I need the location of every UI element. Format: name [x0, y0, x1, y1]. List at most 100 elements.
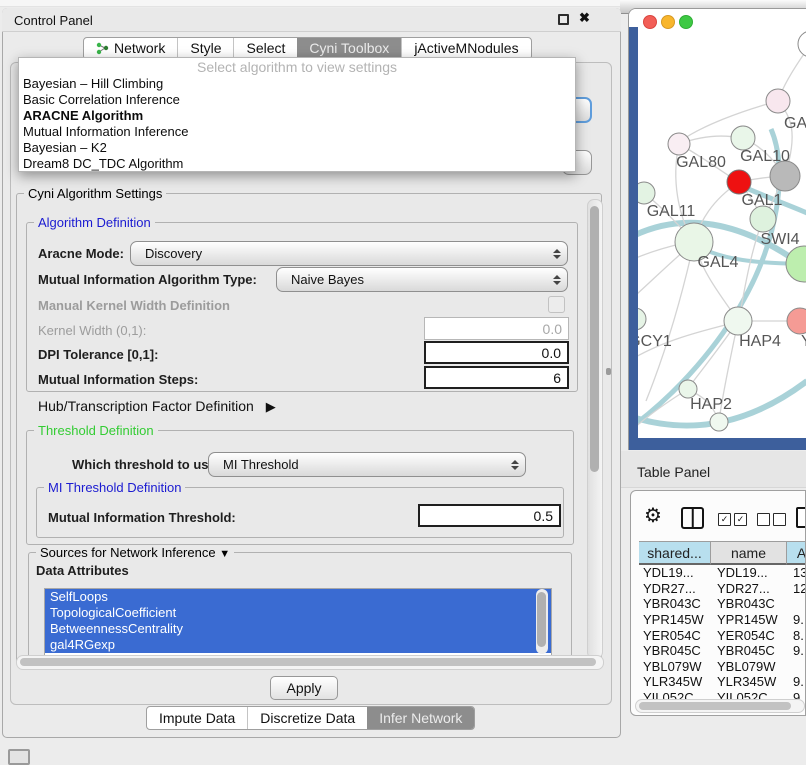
zoom-traffic-light-icon[interactable]: [680, 16, 693, 29]
column-header-third[interactable]: A: [787, 541, 806, 565]
network-node-label: HAP2: [690, 396, 732, 413]
table-row[interactable]: YPR145W YPR145W 9.: [639, 612, 806, 628]
settings-scrollbar-thumb[interactable]: [590, 206, 599, 472]
tab-network[interactable]: Network: [84, 38, 177, 59]
tab-network-label: Network: [114, 38, 165, 59]
collapsed-arrow-icon: ▶: [266, 399, 276, 414]
close-traffic-light-icon[interactable]: [644, 16, 657, 29]
kernel-width-field[interactable]: 0.0: [424, 317, 569, 340]
network-node[interactable]: [724, 307, 752, 335]
minimized-panel-icon[interactable]: [8, 749, 30, 765]
dropdown-option[interactable]: Basic Correlation Inference: [19, 92, 575, 108]
split-columns-icon[interactable]: [681, 507, 704, 529]
network-window[interactable]: GALGAL80GAL10GAL1GAL11SWI4GAL4GCY1HAP4YH…: [628, 8, 806, 450]
network-node[interactable]: [727, 170, 751, 194]
aracne-mode-select[interactable]: Discovery: [130, 241, 568, 266]
kernel-width-label: Kernel Width (0,1):: [38, 323, 146, 338]
table-hscrollbar[interactable]: [635, 699, 805, 713]
network-node[interactable]: [770, 161, 800, 191]
bottom-tabbar: Impute Data Discretize Data Infer Networ…: [146, 706, 475, 730]
dropdown-prompt: Select algorithm to view settings: [19, 58, 575, 76]
mi-threshold-title: MI Threshold Definition: [44, 480, 185, 495]
settings-hscrollbar[interactable]: [16, 655, 604, 670]
list-item[interactable]: SelfLoops: [45, 589, 551, 605]
network-node-label: GAL10: [740, 148, 790, 165]
network-canvas[interactable]: GALGAL80GAL10GAL1GAL11SWI4GAL4GCY1HAP4YH…: [629, 9, 806, 450]
gear-icon[interactable]: ⚙: [644, 506, 662, 526]
table-row[interactable]: YBR043C YBR043C: [639, 596, 806, 612]
table-row[interactable]: YBL079W YBL079W: [639, 659, 806, 675]
dropdown-option[interactable]: Bayesian – K2: [19, 140, 575, 156]
tab-cyni-toolbox[interactable]: Cyni Toolbox: [297, 38, 401, 59]
tab-select[interactable]: Select: [233, 38, 297, 59]
table-row[interactable]: YLR345W YLR345W 9.: [639, 674, 806, 690]
dropdown-option[interactable]: Dream8 DC_TDC Algorithm: [19, 156, 575, 172]
table-panel-title: Table Panel: [637, 464, 710, 480]
sources-title[interactable]: Sources for Network Inference ▼: [36, 545, 234, 560]
network-node[interactable]: [668, 133, 690, 155]
mi-type-select[interactable]: Naive Bayes: [276, 267, 568, 292]
control-panel-titlebar: [2, 8, 621, 32]
table-row[interactable]: YDL19... YDL19... 13: [639, 565, 806, 581]
hub-definition-toggle[interactable]: Hub/Transcription Factor Definition ▶: [38, 398, 276, 415]
window-frame-left: [629, 27, 638, 450]
network-node[interactable]: [766, 89, 790, 113]
table-row[interactable]: YIL052C YIL052C 9: [639, 690, 806, 699]
list-item[interactable]: TopologicalCoefficient: [45, 605, 551, 621]
algorithm-dropdown: Select algorithm to view settings Bayesi…: [18, 57, 576, 172]
network-node-label: HAP4: [739, 333, 781, 350]
dpi-tolerance-field[interactable]: 0.0: [424, 341, 569, 364]
table-row[interactable]: YER054C YER054C 8.: [639, 627, 806, 643]
attr-list-scrollbar[interactable]: [536, 589, 548, 654]
tab-style[interactable]: Style: [177, 38, 233, 59]
combo-stepper-icon: [547, 275, 567, 285]
select-all-checkboxes-icon[interactable]: ✓✓: [718, 513, 747, 526]
data-attributes-list[interactable]: SelfLoops TopologicalCoefficient Between…: [44, 588, 552, 657]
column-header-shared-name[interactable]: shared...: [639, 541, 711, 565]
which-threshold-label: Which threshold to use:: [72, 457, 220, 472]
mi-threshold-field[interactable]: 0.5: [418, 504, 561, 527]
new-table-icon[interactable]: [796, 507, 806, 528]
table-panel: ⚙ ✓✓ shared... name A YDL19... YDL19... …: [630, 490, 806, 716]
dropdown-option[interactable]: ARACNE Algorithm: [19, 108, 575, 124]
network-node[interactable]: [731, 126, 755, 150]
deselect-all-checkboxes-icon[interactable]: [757, 513, 786, 526]
network-node[interactable]: [750, 206, 776, 232]
mi-steps-field[interactable]: 6: [424, 366, 569, 389]
table-row[interactable]: YDR27... YDR27... 12: [639, 581, 806, 597]
manual-kernel-label: Manual Kernel Width Definition: [38, 298, 230, 313]
tab-impute-data[interactable]: Impute Data: [147, 707, 247, 729]
network-icon: [96, 42, 109, 55]
close-icon[interactable]: ✖: [579, 10, 590, 26]
minimize-traffic-light-icon[interactable]: [662, 16, 675, 29]
tab-discretize-data[interactable]: Discretize Data: [247, 707, 367, 729]
dropdown-option[interactable]: Mutual Information Inference: [19, 124, 575, 140]
splitpane-handle[interactable]: [606, 368, 611, 375]
attr-list-scrollbar-thumb[interactable]: [537, 592, 546, 647]
apply-button[interactable]: Apply: [270, 676, 338, 700]
dropdown-option[interactable]: Bayesian – Hill Climbing: [19, 76, 575, 92]
network-node-label: Y: [801, 333, 806, 350]
which-threshold-select[interactable]: MI Threshold: [208, 452, 526, 477]
network-node-label: SWI4: [760, 231, 799, 248]
list-item[interactable]: BetweennessCentrality: [45, 621, 551, 637]
mi-threshold-label: Mutual Information Threshold:: [48, 510, 236, 525]
table-hscrollbar-thumb[interactable]: [639, 702, 791, 710]
settings-hscrollbar-thumb[interactable]: [20, 658, 596, 666]
network-node-label: GAL: [784, 115, 806, 132]
window-frame-bottom: [629, 438, 806, 450]
network-node-label: GAL80: [676, 154, 726, 171]
network-node[interactable]: [710, 413, 728, 431]
float-panel-icon[interactable]: [558, 14, 569, 25]
combo-stepper-icon: [547, 249, 567, 259]
expanded-arrow-icon: ▼: [219, 548, 230, 560]
manual-kernel-checkbox[interactable]: [548, 296, 565, 313]
tab-infer-network[interactable]: Infer Network: [367, 707, 474, 729]
table-row[interactable]: YBR045C YBR045C 9.: [639, 643, 806, 659]
settings-scrollbar[interactable]: [587, 199, 603, 659]
mi-type-label: Mutual Information Algorithm Type:: [38, 272, 257, 287]
column-header-name[interactable]: name: [711, 541, 787, 565]
tab-jactivemnodules[interactable]: jActiveMNodules: [401, 38, 530, 59]
list-item[interactable]: gal4RGexp: [45, 637, 551, 653]
main-toolbar-edge: [0, 0, 620, 7]
